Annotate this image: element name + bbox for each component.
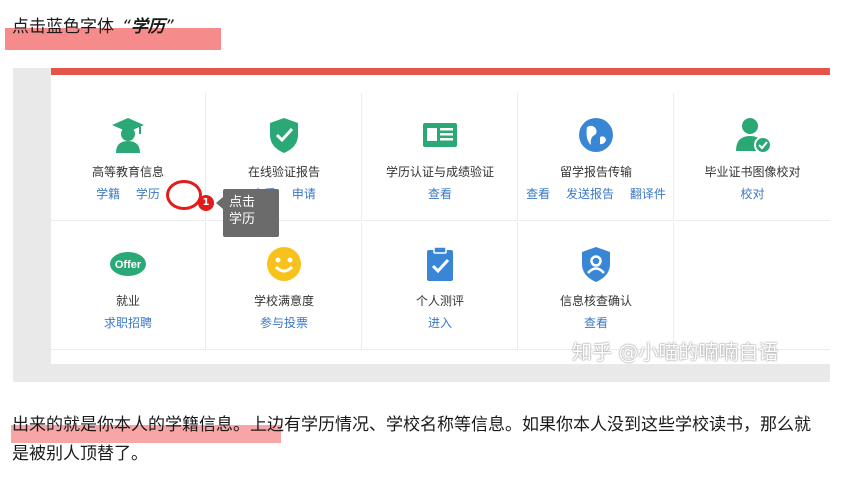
instruction-line: 点击蓝色字体 “学历” (12, 16, 174, 38)
quote-open: “ (122, 17, 131, 37)
link-proofread[interactable]: 校对 (740, 187, 764, 201)
service-title: 就业 (115, 294, 140, 308)
service-title: 学历认证与成绩验证 (385, 165, 494, 179)
link-view[interactable]: 查看 (526, 187, 550, 201)
service-cell-empty (675, 222, 830, 350)
shield-check-icon (270, 118, 298, 153)
service-title: 个人测评 (415, 294, 464, 308)
offer-icon: Offer (110, 252, 146, 276)
panel-accent-bar (51, 68, 830, 75)
link-view[interactable]: 查看 (428, 187, 452, 201)
explanation-paragraph: 出来的就是你本人的学籍信息。上边有学历情况、学校名称等信息。如果你本人没到这些学… (12, 415, 811, 464)
step-badge: 1 (198, 195, 214, 211)
service-cell-study-abroad-report: 留学报告传输 查看 发送报告 翻译件 (519, 93, 674, 221)
instruction-emphasis: 学历 (130, 17, 165, 37)
globe-icon (579, 118, 613, 152)
quote-close: ” (164, 17, 174, 37)
user-check-icon (735, 118, 772, 154)
service-grid: 高等教育信息 学籍 学历 在线验证报告 查看 申请 (51, 93, 830, 350)
link-xueli[interactable]: 学历 (136, 187, 160, 201)
watermark: 知乎 @小喵的喃喃自语 (572, 340, 779, 364)
tooltip-line-1: 点击 (229, 195, 256, 210)
service-title: 信息核查确认 (559, 294, 632, 308)
graduate-icon (112, 118, 144, 153)
annotation-tooltip: 点击 学历 (216, 189, 279, 237)
service-cell-degree-certification: 学历认证与成绩验证 查看 (363, 93, 518, 221)
link-vote[interactable]: 参与投票 (260, 316, 308, 330)
smile-icon (267, 247, 301, 281)
service-title: 毕业证书图像校对 (704, 165, 801, 179)
service-title: 学校满意度 (253, 294, 314, 308)
link-send-report[interactable]: 发送报告 (566, 187, 614, 201)
service-panel: 高等教育信息 学籍 学历 在线验证报告 查看 申请 (51, 68, 830, 364)
offer-icon-text: Offer (115, 259, 142, 271)
link-translation[interactable]: 翻译件 (630, 187, 666, 201)
link-enter[interactable]: 进入 (428, 316, 452, 330)
annotation-circle (166, 180, 202, 210)
service-cell-certificate-proofread: 毕业证书图像校对 校对 (675, 93, 830, 221)
tooltip-line-2: 学历 (229, 212, 256, 227)
service-title: 留学报告传输 (559, 165, 632, 179)
shield-user-icon (582, 247, 610, 282)
link-apply[interactable]: 申请 (292, 187, 316, 201)
service-cell-personal-assessment: 个人测评 进入 (363, 222, 518, 350)
link-job-search[interactable]: 求职招聘 (104, 316, 152, 330)
service-title: 在线验证报告 (247, 165, 320, 179)
service-cell-info-verification: 信息核查确认 查看 (519, 222, 674, 350)
service-title: 高等教育信息 (91, 165, 164, 179)
id-card-icon (423, 123, 457, 147)
service-cell-school-satisfaction: 学校满意度 参与投票 (207, 222, 362, 350)
service-cell-employment: Offer 就业 求职招聘 (51, 222, 206, 350)
link-xueji[interactable]: 学籍 (96, 187, 120, 201)
clipboard-check-icon (427, 246, 453, 281)
embedded-screenshot: 高等教育信息 学籍 学历 在线验证报告 查看 申请 (13, 68, 830, 382)
instruction-text: 点击蓝色字体 (12, 17, 114, 37)
link-view[interactable]: 查看 (584, 316, 608, 330)
